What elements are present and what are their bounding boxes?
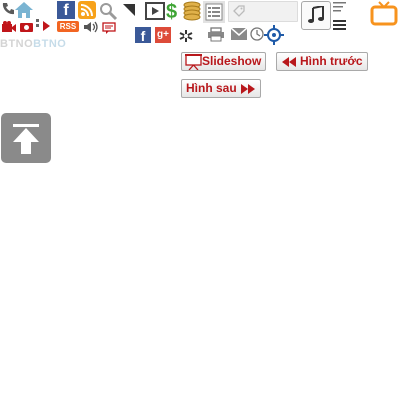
next-label: Hình sau: [186, 81, 237, 95]
text-lines-icon[interactable]: [333, 1, 347, 15]
rewind-icon: [282, 57, 296, 67]
video-player-icon[interactable]: [145, 1, 165, 21]
music-note-icon: [307, 6, 325, 24]
menu-icon[interactable]: [333, 19, 347, 31]
clock-icon[interactable]: [250, 27, 264, 41]
site-brand: BTNOBTNO: [0, 38, 66, 50]
print-icon[interactable]: [207, 27, 225, 43]
comment-icon[interactable]: [102, 22, 116, 34]
dollar-icon[interactable]: $: [165, 0, 183, 22]
corner-arrow-icon[interactable]: [122, 3, 136, 17]
brand-part-1: BTNO: [0, 38, 34, 50]
slideshow-play-icon[interactable]: [36, 19, 56, 33]
previous-image-button[interactable]: Hình trước: [276, 52, 368, 71]
slideshow-icon: [185, 54, 202, 70]
svg-text:$: $: [166, 1, 177, 22]
target-icon[interactable]: [264, 25, 284, 45]
rss-badge[interactable]: RSS: [57, 21, 79, 32]
tag-icon: [233, 5, 245, 17]
video-camera-icon[interactable]: [1, 21, 17, 33]
photo-camera-icon[interactable]: [19, 21, 34, 33]
home-icon[interactable]: [14, 1, 34, 19]
share-more-icon[interactable]: [178, 28, 194, 44]
brand-part-2: BTNO: [33, 38, 67, 50]
slideshow-button[interactable]: Slideshow: [181, 52, 267, 71]
phone-icon[interactable]: [0, 2, 14, 16]
googleplus-share-icon[interactable]: g+: [155, 27, 171, 43]
back-to-top-button[interactable]: [1, 113, 51, 163]
list-grid-icon[interactable]: [203, 1, 225, 23]
rss-feed-icon[interactable]: [78, 1, 96, 19]
arrow-up-icon: [13, 124, 39, 154]
music-button[interactable]: [301, 1, 331, 30]
email-icon[interactable]: [231, 28, 247, 41]
previous-label: Hình trước: [300, 54, 363, 68]
slideshow-label: Slideshow: [202, 54, 262, 68]
speaker-icon[interactable]: [83, 21, 99, 33]
search-icon[interactable]: [98, 1, 118, 21]
facebook-icon[interactable]: f: [57, 1, 75, 19]
coins-icon[interactable]: [182, 1, 202, 21]
tag-search-input[interactable]: [228, 1, 298, 22]
facebook-share-icon[interactable]: f: [135, 27, 151, 44]
next-image-button[interactable]: Hình sau: [181, 79, 261, 98]
tv-icon[interactable]: [370, 0, 398, 26]
fast-forward-icon: [240, 84, 255, 94]
